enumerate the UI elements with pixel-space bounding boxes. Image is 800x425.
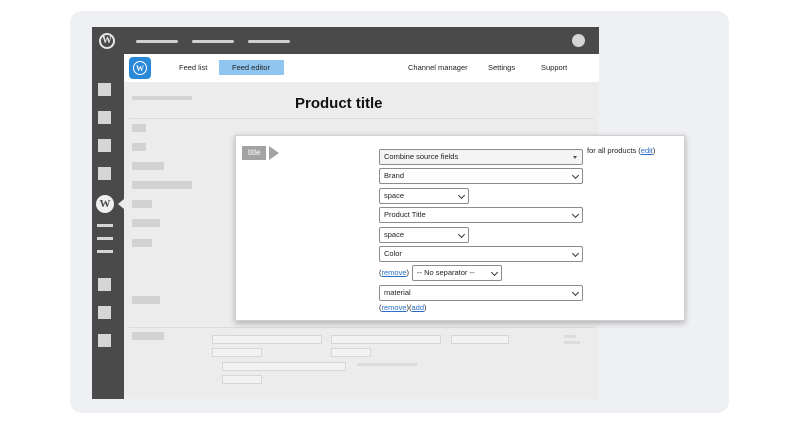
chevron-down-icon: [571, 210, 580, 219]
sidebar-item-4[interactable]: [98, 167, 111, 180]
nav-feed-list[interactable]: Feed list: [179, 63, 207, 72]
field-select-material[interactable]: material: [379, 285, 583, 301]
faded-tag: [132, 332, 164, 340]
remove-separator-row: (remove): [379, 268, 410, 277]
sidebar-submenu-3[interactable]: [97, 250, 113, 253]
attribute-tag-arrow: [269, 146, 279, 160]
admin-bar: W: [92, 27, 599, 54]
chevron-down-icon: [571, 249, 580, 258]
faded-select: [222, 362, 346, 371]
faded-text-line: [564, 341, 580, 344]
field-value: Brand: [384, 171, 405, 180]
faded-text-line: [564, 335, 576, 338]
faded-select: [212, 348, 262, 357]
nav-channel-manager[interactable]: Channel manager: [408, 63, 468, 72]
nav-feed-editor[interactable]: Feed editor: [232, 63, 270, 72]
plugin-logo-icon: W: [129, 57, 151, 79]
separator-value: -- No separator --: [417, 268, 475, 277]
chevron-down-icon: [571, 171, 580, 180]
sidebar-item-2[interactable]: [98, 111, 111, 124]
scope-text: for all products (edit): [587, 146, 656, 155]
source-mode-value: Combine source fields: [384, 152, 459, 161]
admin-sidebar: W: [92, 54, 124, 399]
sidebar-item-3[interactable]: [98, 139, 111, 152]
sidebar-plugin-icon[interactable]: W: [96, 195, 114, 213]
attribute-tag: title: [242, 146, 267, 160]
separator-select-2[interactable]: space: [379, 227, 469, 243]
field-select-product-title[interactable]: Product Title: [379, 207, 583, 223]
remove-add-links: (remove)(add): [379, 303, 427, 312]
admin-bar-item-2[interactable]: [192, 40, 234, 43]
faded-tag: [132, 181, 192, 189]
faded-select: [222, 375, 262, 384]
admin-bar-item-1[interactable]: [136, 40, 178, 43]
edit-link[interactable]: edit: [641, 146, 653, 155]
faded-tag: [132, 239, 152, 247]
avatar[interactable]: [572, 34, 585, 47]
field-value: Color: [384, 249, 402, 258]
field-value: Product Title: [384, 210, 426, 219]
field-select-brand[interactable]: Brand: [379, 168, 583, 184]
faded-tag: [132, 162, 164, 170]
sidebar-submenu-2[interactable]: [97, 237, 113, 240]
faded-section-header: [132, 96, 192, 100]
faded-tag: [132, 124, 146, 132]
nav-support[interactable]: Support: [541, 63, 567, 72]
source-mode-select[interactable]: Combine source fields: [379, 149, 583, 165]
faded-text-line: [357, 363, 417, 366]
remove-link[interactable]: remove: [382, 268, 407, 277]
wordpress-logo-icon[interactable]: W: [99, 33, 115, 49]
faded-select: [331, 348, 371, 357]
faded-select: [212, 335, 322, 344]
scope-label: for all products: [587, 146, 637, 155]
sidebar-item-6[interactable]: [98, 306, 111, 319]
field-select-color[interactable]: Color: [379, 246, 583, 262]
faded-select: [451, 335, 509, 344]
faded-select: [331, 335, 441, 344]
sidebar-item-1[interactable]: [98, 83, 111, 96]
dropdown-triangle-icon: [573, 156, 577, 159]
nav-settings[interactable]: Settings: [488, 63, 515, 72]
admin-bar-item-3[interactable]: [248, 40, 290, 43]
chevron-down-icon: [457, 230, 466, 239]
sidebar-item-7[interactable]: [98, 334, 111, 347]
separator-value: space: [384, 191, 405, 200]
sidebar-item-5[interactable]: [98, 278, 111, 291]
faded-tag: [132, 296, 160, 304]
page-title: Product title: [295, 95, 383, 112]
separator-select-3[interactable]: -- No separator --: [412, 265, 502, 281]
faded-tag: [132, 200, 152, 208]
separator-value: space: [384, 230, 405, 239]
faded-tag: [132, 219, 160, 227]
faded-divider: [129, 327, 594, 328]
faded-divider: [129, 118, 594, 119]
faded-tag: [132, 143, 146, 151]
plugin-nav: W Feed list Feed editor Channel manager …: [124, 54, 599, 82]
sidebar-submenu-1[interactable]: [97, 224, 113, 227]
separator-select-1[interactable]: space: [379, 188, 469, 204]
chevron-down-icon: [457, 191, 466, 200]
chevron-down-icon: [571, 288, 580, 297]
chevron-down-icon: [490, 268, 499, 277]
remove-link[interactable]: remove: [382, 303, 407, 312]
field-value: material: [384, 288, 411, 297]
add-link[interactable]: add: [412, 303, 425, 312]
